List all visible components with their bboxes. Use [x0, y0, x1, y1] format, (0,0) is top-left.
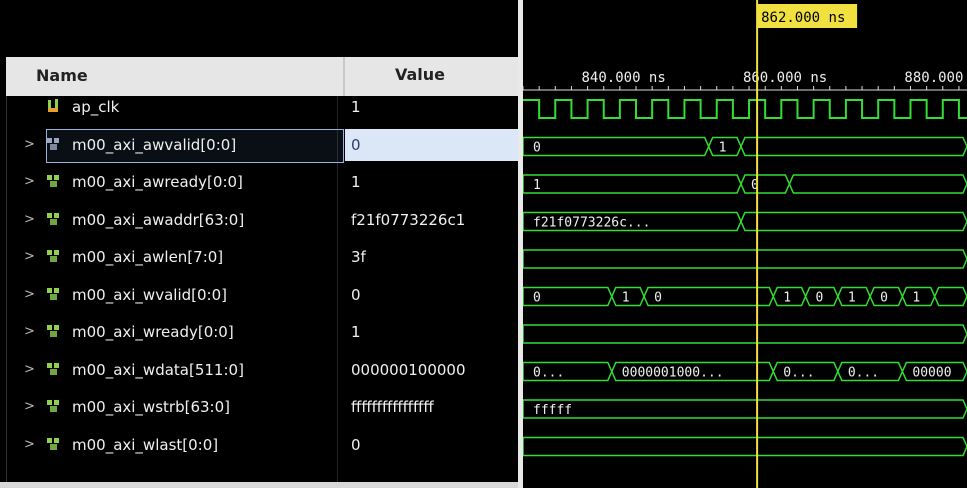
bus-segment-label: f21f0773226c... [533, 216, 650, 231]
signal-name: m00_axi_wlast[0:0] [72, 435, 219, 454]
bus-signal-icon [47, 287, 59, 300]
signal-row[interactable]: ap_clk 1 [6, 89, 518, 126]
waveform-panel[interactable]: 840.000 ns 860.000 ns 880.000 0 1 1 0 f21f07732… [523, 0, 967, 488]
bus-segment-label: 0... [848, 366, 879, 381]
bus-segment-label: 1 [783, 291, 791, 306]
expand-chevron-icon[interactable]: > [24, 212, 35, 227]
value-column-header[interactable]: Value [395, 65, 445, 84]
signal-name: m00_axi_wstrb[63:0] [72, 398, 230, 416]
signal-name: ap_clk [72, 98, 120, 116]
bus-segment-label: 00000 [912, 366, 951, 381]
expand-chevron-icon[interactable]: > [24, 324, 35, 339]
bus-signal-icon [47, 325, 59, 337]
expand-chevron-icon[interactable]: > [24, 249, 35, 264]
signal-value: f21f0773226c1 [351, 210, 466, 229]
bus-signal-icon [47, 437, 59, 450]
clock-signal-icon [48, 99, 58, 112]
cursor-time-label: 862.000 ns [761, 10, 845, 26]
horizontal-scrollbar[interactable] [0, 482, 518, 488]
bus-signal-icon [47, 212, 59, 225]
signal-name: m00_axi_awready[0:0] [72, 173, 243, 191]
signal-row[interactable]: > m00_axi_awlen[7:0] 3f [6, 239, 518, 276]
signal-value: 1 [351, 323, 361, 341]
bus-signal-icon [47, 250, 59, 262]
bus-segment-label: 1 [912, 291, 920, 306]
bus-segment-label: 1 [719, 141, 727, 156]
signal-value: 0 [351, 435, 361, 454]
signal-row[interactable]: > m00_axi_awaddr[63:0] f21f0773226c1 [6, 202, 518, 239]
signal-row[interactable]: > m00_axi_wlast[0:0] 0 [6, 427, 518, 464]
signal-value: ffffffffffffffff [351, 398, 434, 416]
ruler-tick-label: 880.000 [904, 70, 963, 86]
bus-segment-label: 1 [533, 178, 541, 193]
bus-segment-label: 1 [622, 291, 630, 306]
bus-segment-label: 0 [816, 291, 824, 306]
name-column-header[interactable]: Name [36, 66, 88, 85]
expand-chevron-icon[interactable]: > [24, 362, 35, 377]
signal-row[interactable]: > m00_axi_awvalid[0:0] 0 [6, 127, 518, 164]
signal-value: 0 [351, 135, 361, 154]
bus-segment-label: 0000001000... [622, 366, 724, 381]
signal-value: 0 [351, 285, 361, 304]
expand-chevron-icon[interactable]: > [24, 174, 35, 189]
signal-name: m00_axi_awaddr[63:0] [72, 210, 245, 229]
signal-value: 1 [351, 173, 361, 191]
signal-name: m00_axi_wready[0:0] [72, 323, 234, 341]
bus-segment-label: 0 [533, 141, 541, 156]
bus-segment-label: 0 [880, 291, 888, 306]
signal-row[interactable]: > m00_axi_wdata[511:0] 000000100000 [6, 352, 518, 389]
ruler-tick-label: 840.000 ns [582, 70, 666, 86]
signal-row[interactable]: > m00_axi_awready[0:0] 1 [6, 164, 518, 201]
bus-signal-icon [47, 362, 59, 375]
signal-row[interactable]: > m00_axi_wready[0:0] 1 [6, 314, 518, 351]
expand-chevron-icon[interactable]: > [24, 399, 35, 414]
cursor-header-strip [523, 0, 967, 57]
bus-segment-label: 0 [654, 291, 662, 306]
signal-value: 000000100000 [351, 360, 466, 379]
signal-value: 1 [351, 98, 361, 116]
ruler-tick-label: 860.000 ns [743, 70, 827, 86]
signal-name: m00_axi_awlen[7:0] [72, 248, 224, 266]
signal-panel-toolbar [0, 0, 518, 57]
signal-name: m00_axi_wvalid[0:0] [72, 285, 227, 304]
expand-chevron-icon[interactable]: > [24, 437, 35, 452]
signal-row[interactable]: > m00_axi_wvalid[0:0] 0 [6, 277, 518, 314]
bus-segment-label: 0 [533, 291, 541, 306]
signal-name: m00_axi_wdata[511:0] [72, 360, 244, 379]
bus-signal-icon [47, 175, 59, 187]
signal-value: 3f [351, 248, 366, 266]
bus-segment-label: 1 [848, 291, 856, 306]
bus-segment-label: fffff [533, 403, 572, 418]
expand-chevron-icon[interactable]: > [24, 287, 35, 302]
signal-name: m00_axi_awvalid[0:0] [72, 135, 237, 154]
bus-signal-icon [47, 137, 59, 150]
bus-segment-label: 0... [783, 366, 814, 381]
bus-signal-icon [47, 400, 59, 412]
bus-segment-label: 0... [533, 366, 564, 381]
signal-row[interactable]: > m00_axi_wstrb[63:0] ffffffffffffffff [6, 389, 518, 426]
expand-chevron-icon[interactable]: > [24, 137, 35, 152]
signal-panel: Name Value ap_clk 1 > m00_axi_awvalid[0:0] 0… [0, 0, 518, 488]
